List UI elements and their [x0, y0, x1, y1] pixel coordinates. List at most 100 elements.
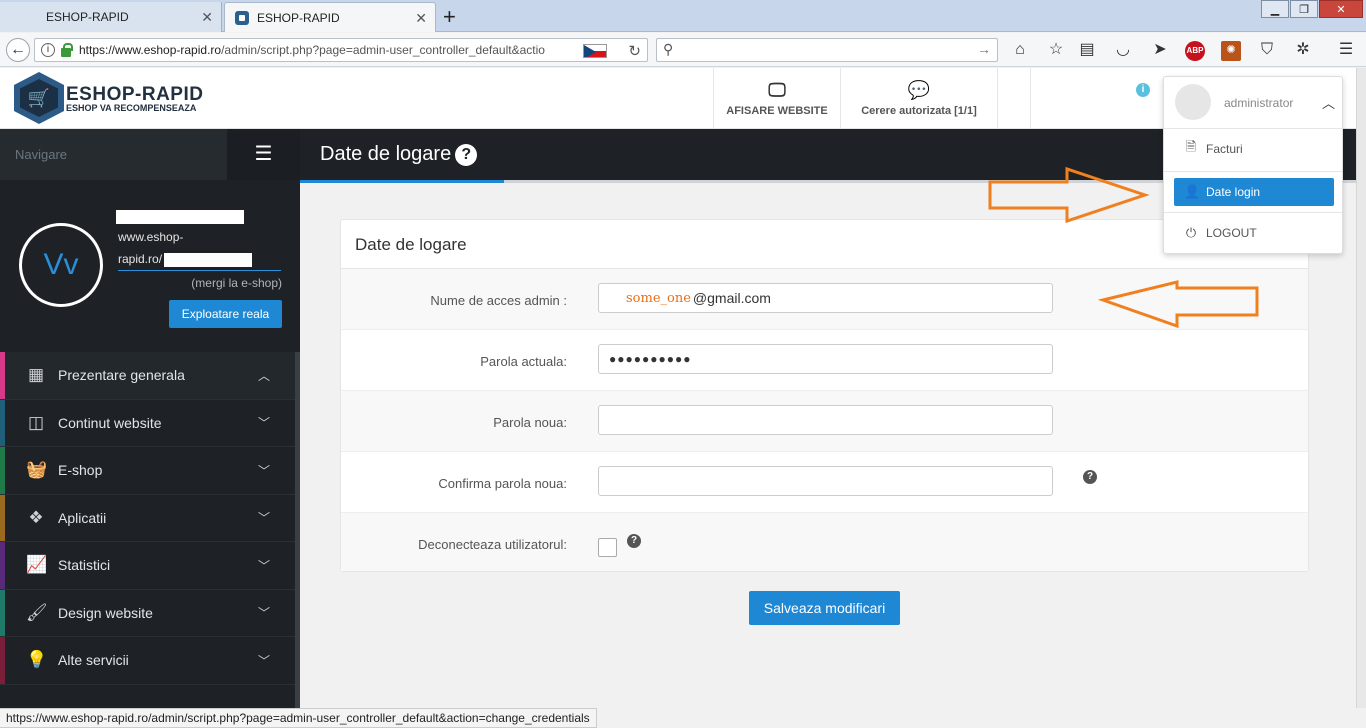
close-window-icon[interactable]: ✕ [1319, 0, 1363, 18]
columns-icon: ◫ [27, 412, 45, 432]
help-icon[interactable]: ? [627, 534, 641, 548]
home-icon[interactable]: ⌂ [1010, 41, 1030, 61]
hamburger-menu-icon[interactable]: ☰ [1336, 41, 1356, 61]
browser-navigation-bar: ← i https://www.eshop-rapid.ro/admin/scr… [0, 33, 1366, 67]
info-icon[interactable]: i [1136, 83, 1150, 97]
save-changes-button[interactable]: Salveaza modificari [749, 591, 900, 625]
new-password-field[interactable] [598, 405, 1053, 435]
power-icon: ⏻ [1185, 225, 1197, 240]
page-title: Date de logare? [320, 143, 478, 166]
chevron-up-icon: ︿ [258, 368, 271, 383]
sidebar-item-label: Alte servicii [58, 652, 129, 669]
menu-item-label: LOGOUT [1206, 226, 1257, 240]
tab-label: ESHOP-RAPID [46, 10, 129, 24]
disconnect-user-checkbox[interactable] [598, 538, 617, 557]
menu-item-invoices[interactable]: 🗎 Facturi [1174, 135, 1334, 163]
header-divider [1030, 68, 1031, 129]
czech-flag-icon[interactable] [583, 44, 607, 58]
ublock-icon[interactable]: ⛉ [1257, 41, 1277, 61]
adblock-plus-icon[interactable]: ABP [1185, 41, 1205, 61]
confirm-password-label: Confirma parola noua: [438, 476, 567, 491]
brush-icon: 🖌 [26, 602, 48, 622]
go-to-shop-link[interactable]: (mergi la e-shop) [191, 276, 282, 290]
profile-card: Vv www.eshop- rapid.ro/ (mergi la e-shop… [0, 180, 300, 352]
username[interactable]: administrator [1224, 96, 1293, 110]
new-tab-icon[interactable]: + [443, 4, 456, 30]
admin-login-field[interactable]: some_one @gmail.com [598, 283, 1053, 313]
user-dropdown: administrator ︿ 🗎 Facturi 👤 Date login ⏻… [1163, 76, 1343, 254]
redacted-domain [164, 253, 252, 267]
logo-icon[interactable]: 🛒 [14, 72, 64, 124]
menu-toggle-icon[interactable]: ☰ [227, 129, 300, 180]
search-icon: ⚲ [663, 41, 674, 57]
login-label: Nume de acces admin : [430, 293, 567, 308]
status-bar: https://www.eshop-rapid.ro/admin/script.… [0, 708, 597, 728]
sidebar-item-website-design[interactable]: 🖌 Design website ﹀ [0, 589, 300, 637]
menu-item-label: Facturi [1206, 142, 1243, 156]
cubes-icon: ❖ [28, 507, 44, 527]
sidebar-item-applications[interactable]: ❖ Aplicatii ﹀ [0, 494, 300, 542]
accent-bar [0, 542, 5, 589]
dropdown-divider [1164, 128, 1342, 129]
sidebar-item-statistics[interactable]: 📈 Statistici ﹀ [0, 542, 300, 590]
accent-bar [0, 447, 5, 494]
sidebar-item-label: Continut website [58, 414, 162, 431]
user-avatar[interactable] [1175, 84, 1211, 120]
accent-bar [0, 637, 5, 684]
chevron-up-icon[interactable]: ︿ [1322, 93, 1335, 112]
chevron-down-icon: ﹀ [258, 416, 271, 431]
page-scrollbar[interactable] [1356, 68, 1366, 708]
chevron-down-icon: ﹀ [258, 511, 271, 526]
menu-item-logout[interactable]: ⏻ LOGOUT [1174, 219, 1334, 247]
view-website-button[interactable]: 🖵 AFISARE WEBSITE [713, 68, 840, 129]
sidebar-item-overview[interactable]: ▦ Prezentare generala ︿ [0, 352, 300, 400]
form-row-new-password: Parola noua: [341, 391, 1308, 452]
view-website-label: AFISARE WEBSITE [726, 104, 828, 117]
extension-icon[interactable]: ✺ [1221, 41, 1241, 61]
browser-tab[interactable]: ESHOP-RAPID ✕ [0, 2, 222, 32]
browser-tab-active[interactable]: ESHOP-RAPID ✕ [224, 2, 436, 32]
settings-extension-icon[interactable]: ✲ [1293, 41, 1313, 61]
sidebar-item-other-services[interactable]: 💡 Alte servicii ﹀ [0, 637, 300, 685]
send-icon[interactable]: ➤ [1150, 41, 1170, 61]
sidebar-item-website-content[interactable]: ◫ Continut website ﹀ [0, 399, 300, 447]
panel-title: Date de logare [355, 235, 467, 254]
sidebar-scrollbar[interactable] [295, 352, 300, 728]
app-header: 🛒 ESHOP-RAPID ESHOP VA RECOMPENSEAZA 🖵 A… [0, 68, 1366, 129]
reading-list-icon[interactable]: ▤ [1077, 41, 1097, 61]
pocket-icon[interactable]: ◡ [1113, 41, 1133, 61]
bookmark-star-icon[interactable]: ☆ [1046, 41, 1066, 61]
close-tab-icon[interactable]: ✕ [415, 10, 427, 27]
confirm-password-field[interactable] [598, 466, 1053, 496]
avatar[interactable]: Vv [19, 223, 103, 307]
site-favicon-icon [235, 10, 249, 25]
sidebar: Navigare ☰ Vv www.eshop- rapid.ro/ (merg… [0, 129, 300, 728]
back-arrow-icon[interactable]: ← [6, 38, 30, 62]
browser-tab-bar: ESHOP-RAPID ✕ ESHOP-RAPID ✕ + ▁ ❐ ✕ [0, 0, 1366, 32]
minimize-window-icon[interactable]: ▁ [1261, 0, 1289, 18]
dropdown-divider [1164, 212, 1342, 213]
explore-button[interactable]: Exploatare reala [169, 300, 282, 328]
sidebar-item-eshop[interactable]: 🧺 E-shop ﹀ [0, 447, 300, 495]
close-tab-icon[interactable]: ✕ [201, 9, 213, 26]
form-row-current-password: Parola actuala: ●●●●●●●●●● [341, 330, 1308, 391]
chevron-down-icon: ﹀ [258, 558, 271, 573]
accent-bar [0, 352, 5, 399]
login-value: @gmail.com [692, 290, 771, 306]
sidebar-item-label: Prezentare generala [58, 367, 185, 384]
maximize-window-icon[interactable]: ❐ [1290, 0, 1318, 18]
sidebar-item-label: Aplicatii [58, 509, 107, 526]
authorized-request-button[interactable]: 💬 Cerere autorizata [1/1] [840, 68, 998, 129]
address-bar[interactable]: i https://www.eshop-rapid.ro/admin/scrip… [34, 38, 648, 62]
go-arrow-icon[interactable]: → [977, 41, 991, 57]
menu-item-label: Date login [1206, 185, 1261, 199]
menu-item-login-data[interactable]: 👤 Date login [1174, 178, 1334, 206]
help-icon[interactable]: ? [1083, 470, 1097, 484]
help-icon[interactable]: ? [455, 144, 478, 166]
login-data-panel: Date de logare Nume de acces admin : som… [340, 219, 1309, 572]
sidebar-top: Navigare ☰ [0, 129, 300, 180]
reload-icon[interactable]: ↻ [628, 42, 641, 60]
current-password-field[interactable]: ●●●●●●●●●● [598, 344, 1053, 374]
site-info-icon[interactable]: i [41, 43, 55, 57]
search-input[interactable]: ⚲ → [656, 38, 998, 62]
